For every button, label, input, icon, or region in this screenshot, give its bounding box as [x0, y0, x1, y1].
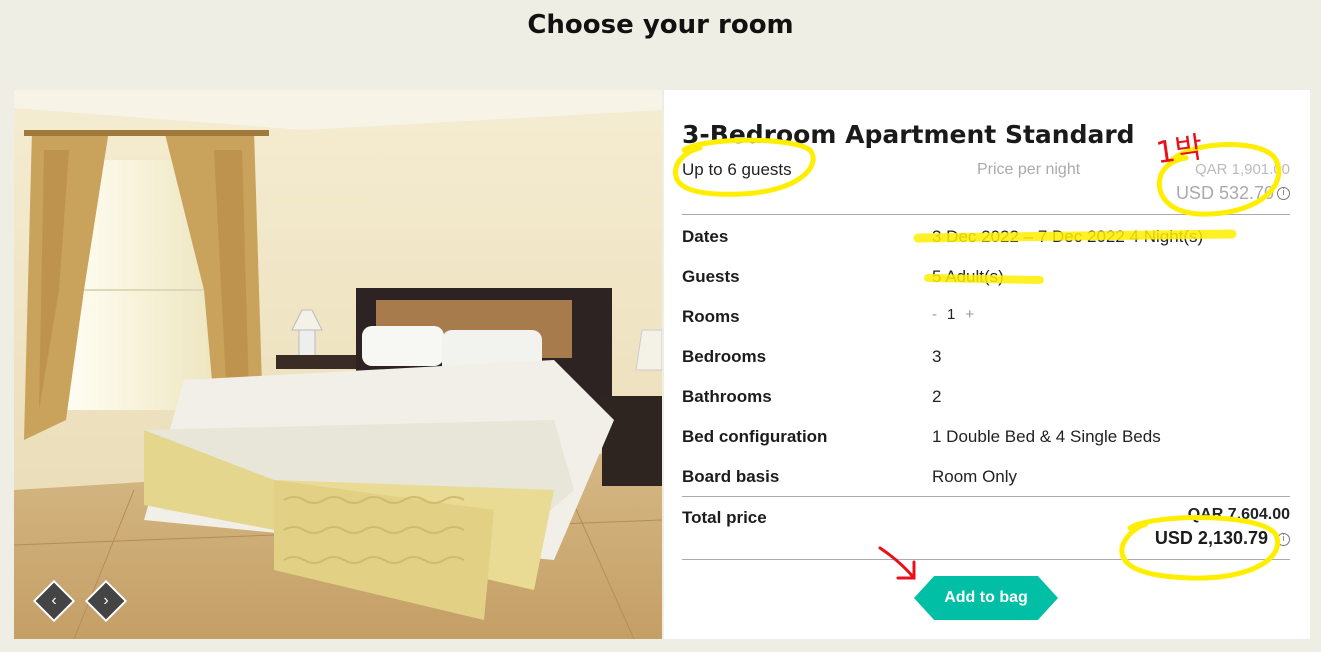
total-price-usd: USD 2,130.79 — [1154, 528, 1268, 548]
room-capacity: Up to 6 guests — [682, 160, 792, 179]
price-per-night-qar: QAR 1,901.00 — [1194, 161, 1290, 178]
room-photo: ‹ › — [14, 90, 662, 639]
price-per-night-usd: USD 532.70 — [1175, 183, 1274, 203]
info-icon[interactable]: i — [1277, 533, 1290, 546]
total-price-qar: QAR 7,604.00 — [1187, 506, 1290, 523]
page-title: Choose your room — [527, 10, 794, 40]
room-card: 3-Bedroom Apartment Standard Up to 6 gue… — [664, 90, 1310, 639]
dates-value: 3 Dec 2022 – 7 Dec 2022 4 Night(s) — [932, 227, 1204, 246]
bathrooms-label: Bathrooms — [682, 387, 772, 406]
price-per-night-label: Price per night — [977, 161, 1081, 178]
divider — [682, 496, 1290, 497]
bedroom-image — [14, 90, 662, 639]
dates-label: Dates — [682, 227, 729, 246]
rooms-stepper: -1 + — [932, 306, 974, 323]
bathrooms-value: 2 — [932, 387, 942, 406]
divider — [682, 559, 1290, 560]
add-to-bag-button[interactable]: Add to bag — [914, 576, 1058, 620]
board-basis-label: Board basis — [682, 467, 780, 486]
guests-label: Guests — [682, 267, 740, 286]
divider — [682, 214, 1290, 215]
room-name: 3-Bedroom Apartment Standard — [682, 120, 1135, 149]
rooms-quantity: 1 — [947, 306, 956, 323]
chevron-left-icon: ‹ — [51, 592, 57, 609]
bed-config-label: Bed configuration — [682, 427, 828, 446]
bed-config-value: 1 Double Bed & 4 Single Beds — [932, 427, 1161, 446]
rooms-decrement-button[interactable]: - — [932, 306, 937, 323]
bedrooms-label: Bedrooms — [682, 347, 767, 366]
board-basis-value: Room Only — [932, 467, 1018, 486]
bedrooms-value: 3 — [932, 347, 942, 366]
info-icon[interactable]: i — [1277, 187, 1290, 200]
chevron-right-icon: › — [103, 592, 109, 609]
guests-value: 5 Adult(s) — [932, 267, 1004, 286]
total-price-label: Total price — [682, 508, 767, 527]
rooms-label: Rooms — [682, 307, 740, 326]
rooms-increment-button[interactable]: + — [965, 306, 974, 323]
